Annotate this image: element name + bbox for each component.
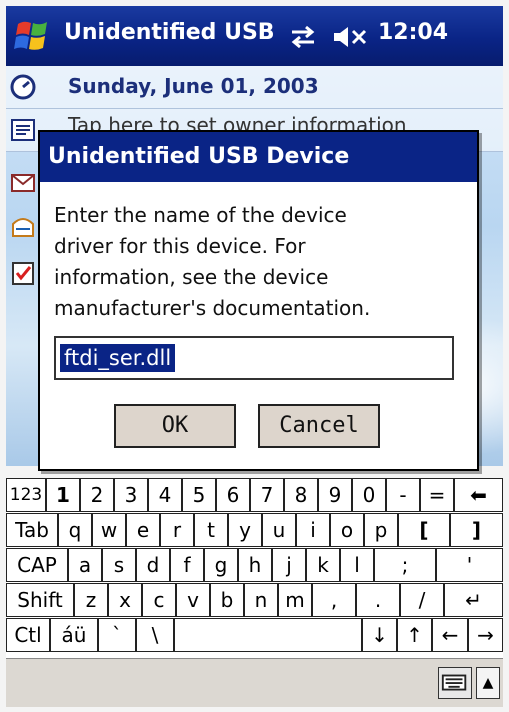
key-space[interactable] (174, 618, 362, 652)
key-enter[interactable]: ↵ (444, 583, 503, 617)
key-u[interactable]: u (262, 513, 296, 547)
windows-start-icon[interactable] (12, 16, 54, 56)
driver-name-input[interactable]: ftdi_ser.dll (54, 336, 454, 380)
key-d[interactable]: d (136, 548, 170, 582)
key-2[interactable]: 2 (80, 478, 114, 512)
key-6[interactable]: 6 (216, 478, 250, 512)
cancel-button[interactable]: Cancel (258, 404, 380, 448)
key-n[interactable]: n (244, 583, 278, 617)
key-arrow-left[interactable]: ← (432, 618, 468, 652)
window-title: Unidentified USB D (64, 20, 284, 45)
tasks-icon[interactable] (10, 260, 36, 286)
key-c[interactable]: c (142, 583, 176, 617)
key-k[interactable]: k (306, 548, 340, 582)
key-arrow-down[interactable]: ↓ (362, 618, 397, 652)
today-date-row[interactable]: Sunday, June 01, 2003 (6, 66, 503, 109)
key-r[interactable]: r (160, 513, 194, 547)
owner-card-icon (11, 119, 35, 141)
key-semicolon[interactable]: ; (374, 548, 436, 582)
menu-bar: ▲ (6, 658, 503, 707)
key-minus[interactable]: - (386, 478, 420, 512)
clock[interactable]: 12:04 (378, 20, 448, 45)
key-q[interactable]: q (58, 513, 92, 547)
input-panel-button[interactable] (438, 667, 472, 699)
key-m[interactable]: m (278, 583, 312, 617)
key-e[interactable]: e (126, 513, 160, 547)
inbox-icon[interactable] (10, 214, 36, 240)
connectivity-icon[interactable] (288, 24, 318, 50)
key-j[interactable]: j (272, 548, 306, 582)
key-0[interactable]: 0 (352, 478, 386, 512)
key-accents[interactable]: áü (50, 618, 98, 652)
dialog-message-line: manufacturer's documentation. (54, 296, 371, 320)
key-f[interactable]: f (170, 548, 204, 582)
key-l[interactable]: l (340, 548, 374, 582)
key-t[interactable]: t (194, 513, 228, 547)
key-z[interactable]: z (74, 583, 108, 617)
key-open-bracket[interactable]: [ (398, 513, 450, 547)
key-tab[interactable]: Tab (6, 513, 58, 547)
key-5[interactable]: 5 (182, 478, 216, 512)
key-x[interactable]: x (108, 583, 142, 617)
key-quote[interactable]: ' (436, 548, 503, 582)
title-bar: Unidentified USB D 12:04 (6, 6, 503, 66)
key-1[interactable]: 1 (46, 478, 80, 512)
ok-button[interactable]: OK (114, 404, 236, 448)
key-arrow-up[interactable]: ↑ (397, 618, 432, 652)
key-ctrl[interactable]: Ctl (6, 618, 50, 652)
key-p[interactable]: p (364, 513, 398, 547)
key-3[interactable]: 3 (114, 478, 148, 512)
key-i[interactable]: i (296, 513, 330, 547)
key-v[interactable]: v (176, 583, 210, 617)
key-comma[interactable]: , (312, 583, 356, 617)
dialog-message: Enter the name of the device driver for … (54, 200, 464, 324)
unidentified-usb-dialog: Unidentified USB Device Enter the name o… (38, 130, 479, 471)
key-b[interactable]: b (210, 583, 244, 617)
key-backspace[interactable]: ⬅ (454, 478, 503, 512)
key-a[interactable]: a (68, 548, 102, 582)
messages-icon[interactable] (10, 170, 36, 196)
key-8[interactable]: 8 (284, 478, 318, 512)
key-equals[interactable]: = (420, 478, 454, 512)
key-h[interactable]: h (238, 548, 272, 582)
clock-face-icon (10, 74, 36, 100)
key-y[interactable]: y (228, 513, 262, 547)
dialog-message-line: information, see the device (54, 265, 329, 289)
soft-keyboard: 123 1 2 3 4 5 6 7 8 9 0 - = ⬅ Tab q w e … (6, 478, 503, 658)
key-123[interactable]: 123 (6, 478, 46, 512)
key-caps[interactable]: CAP (6, 548, 68, 582)
key-close-bracket[interactable]: ] (450, 513, 503, 547)
key-shift[interactable]: Shift (6, 583, 74, 617)
driver-name-value[interactable]: ftdi_ser.dll (60, 344, 176, 372)
key-s[interactable]: s (102, 548, 136, 582)
key-o[interactable]: o (330, 513, 364, 547)
key-period[interactable]: . (356, 583, 400, 617)
dialog-message-line: Enter the name of the device (54, 203, 347, 227)
key-slash[interactable]: / (400, 583, 444, 617)
key-backtick[interactable]: ` (98, 618, 136, 652)
key-9[interactable]: 9 (318, 478, 352, 512)
device-screen: Unidentified USB D 12:04 Sunday, June 01… (0, 0, 509, 712)
dialog-title: Unidentified USB Device (40, 132, 477, 182)
key-w[interactable]: w (92, 513, 126, 547)
key-backslash[interactable]: \ (136, 618, 174, 652)
input-panel-menu-arrow[interactable]: ▲ (476, 667, 500, 699)
key-4[interactable]: 4 (148, 478, 182, 512)
today-date: Sunday, June 01, 2003 (68, 74, 319, 98)
volume-muted-icon[interactable] (332, 24, 368, 50)
dialog-message-line: driver for this device. For (54, 234, 306, 258)
key-7[interactable]: 7 (250, 478, 284, 512)
key-g[interactable]: g (204, 548, 238, 582)
keyboard-icon (441, 674, 467, 691)
key-arrow-right[interactable]: → (468, 618, 503, 652)
